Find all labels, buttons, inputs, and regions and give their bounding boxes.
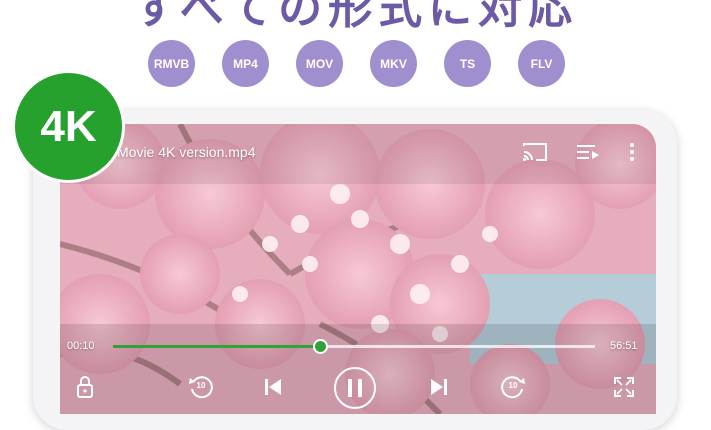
- video-player[interactable]: Movie 4K version.mp4 00:10 56:51 10 10: [60, 124, 656, 414]
- lock-icon[interactable]: [70, 372, 100, 402]
- format-badge-mkv: MKV: [370, 40, 417, 87]
- format-list: RMVB MP4 MOV MKV TS FLV: [148, 40, 565, 87]
- rewind-icon[interactable]: 10: [186, 372, 216, 402]
- cast-icon[interactable]: [522, 142, 548, 162]
- format-badge-rmvb: RMVB: [148, 40, 195, 87]
- forward-icon[interactable]: 10: [498, 372, 528, 402]
- pause-icon: [334, 367, 376, 409]
- playlist-icon[interactable]: [575, 142, 601, 162]
- forward-seconds: 10: [508, 381, 518, 390]
- duration-time: 56:51: [610, 340, 638, 352]
- pause-button[interactable]: [333, 366, 377, 410]
- headline: すべての形式に対応: [132, 0, 579, 34]
- video-title: Movie 4K version.mp4: [117, 144, 256, 160]
- format-badge-mp4: MP4: [222, 40, 269, 87]
- resolution-badge: 4K: [12, 70, 125, 183]
- format-badge-flv: FLV: [518, 40, 565, 87]
- format-badge-ts: TS: [444, 40, 491, 87]
- next-icon[interactable]: [424, 372, 454, 402]
- format-badge-mov: MOV: [296, 40, 343, 87]
- fullscreen-icon[interactable]: [609, 372, 639, 402]
- elapsed-time: 00:10: [67, 340, 95, 352]
- more-icon[interactable]: [625, 142, 639, 162]
- rewind-seconds: 10: [196, 381, 206, 390]
- seek-bar-progress: [113, 345, 321, 348]
- seek-bar[interactable]: [113, 339, 595, 354]
- previous-icon[interactable]: [258, 372, 288, 402]
